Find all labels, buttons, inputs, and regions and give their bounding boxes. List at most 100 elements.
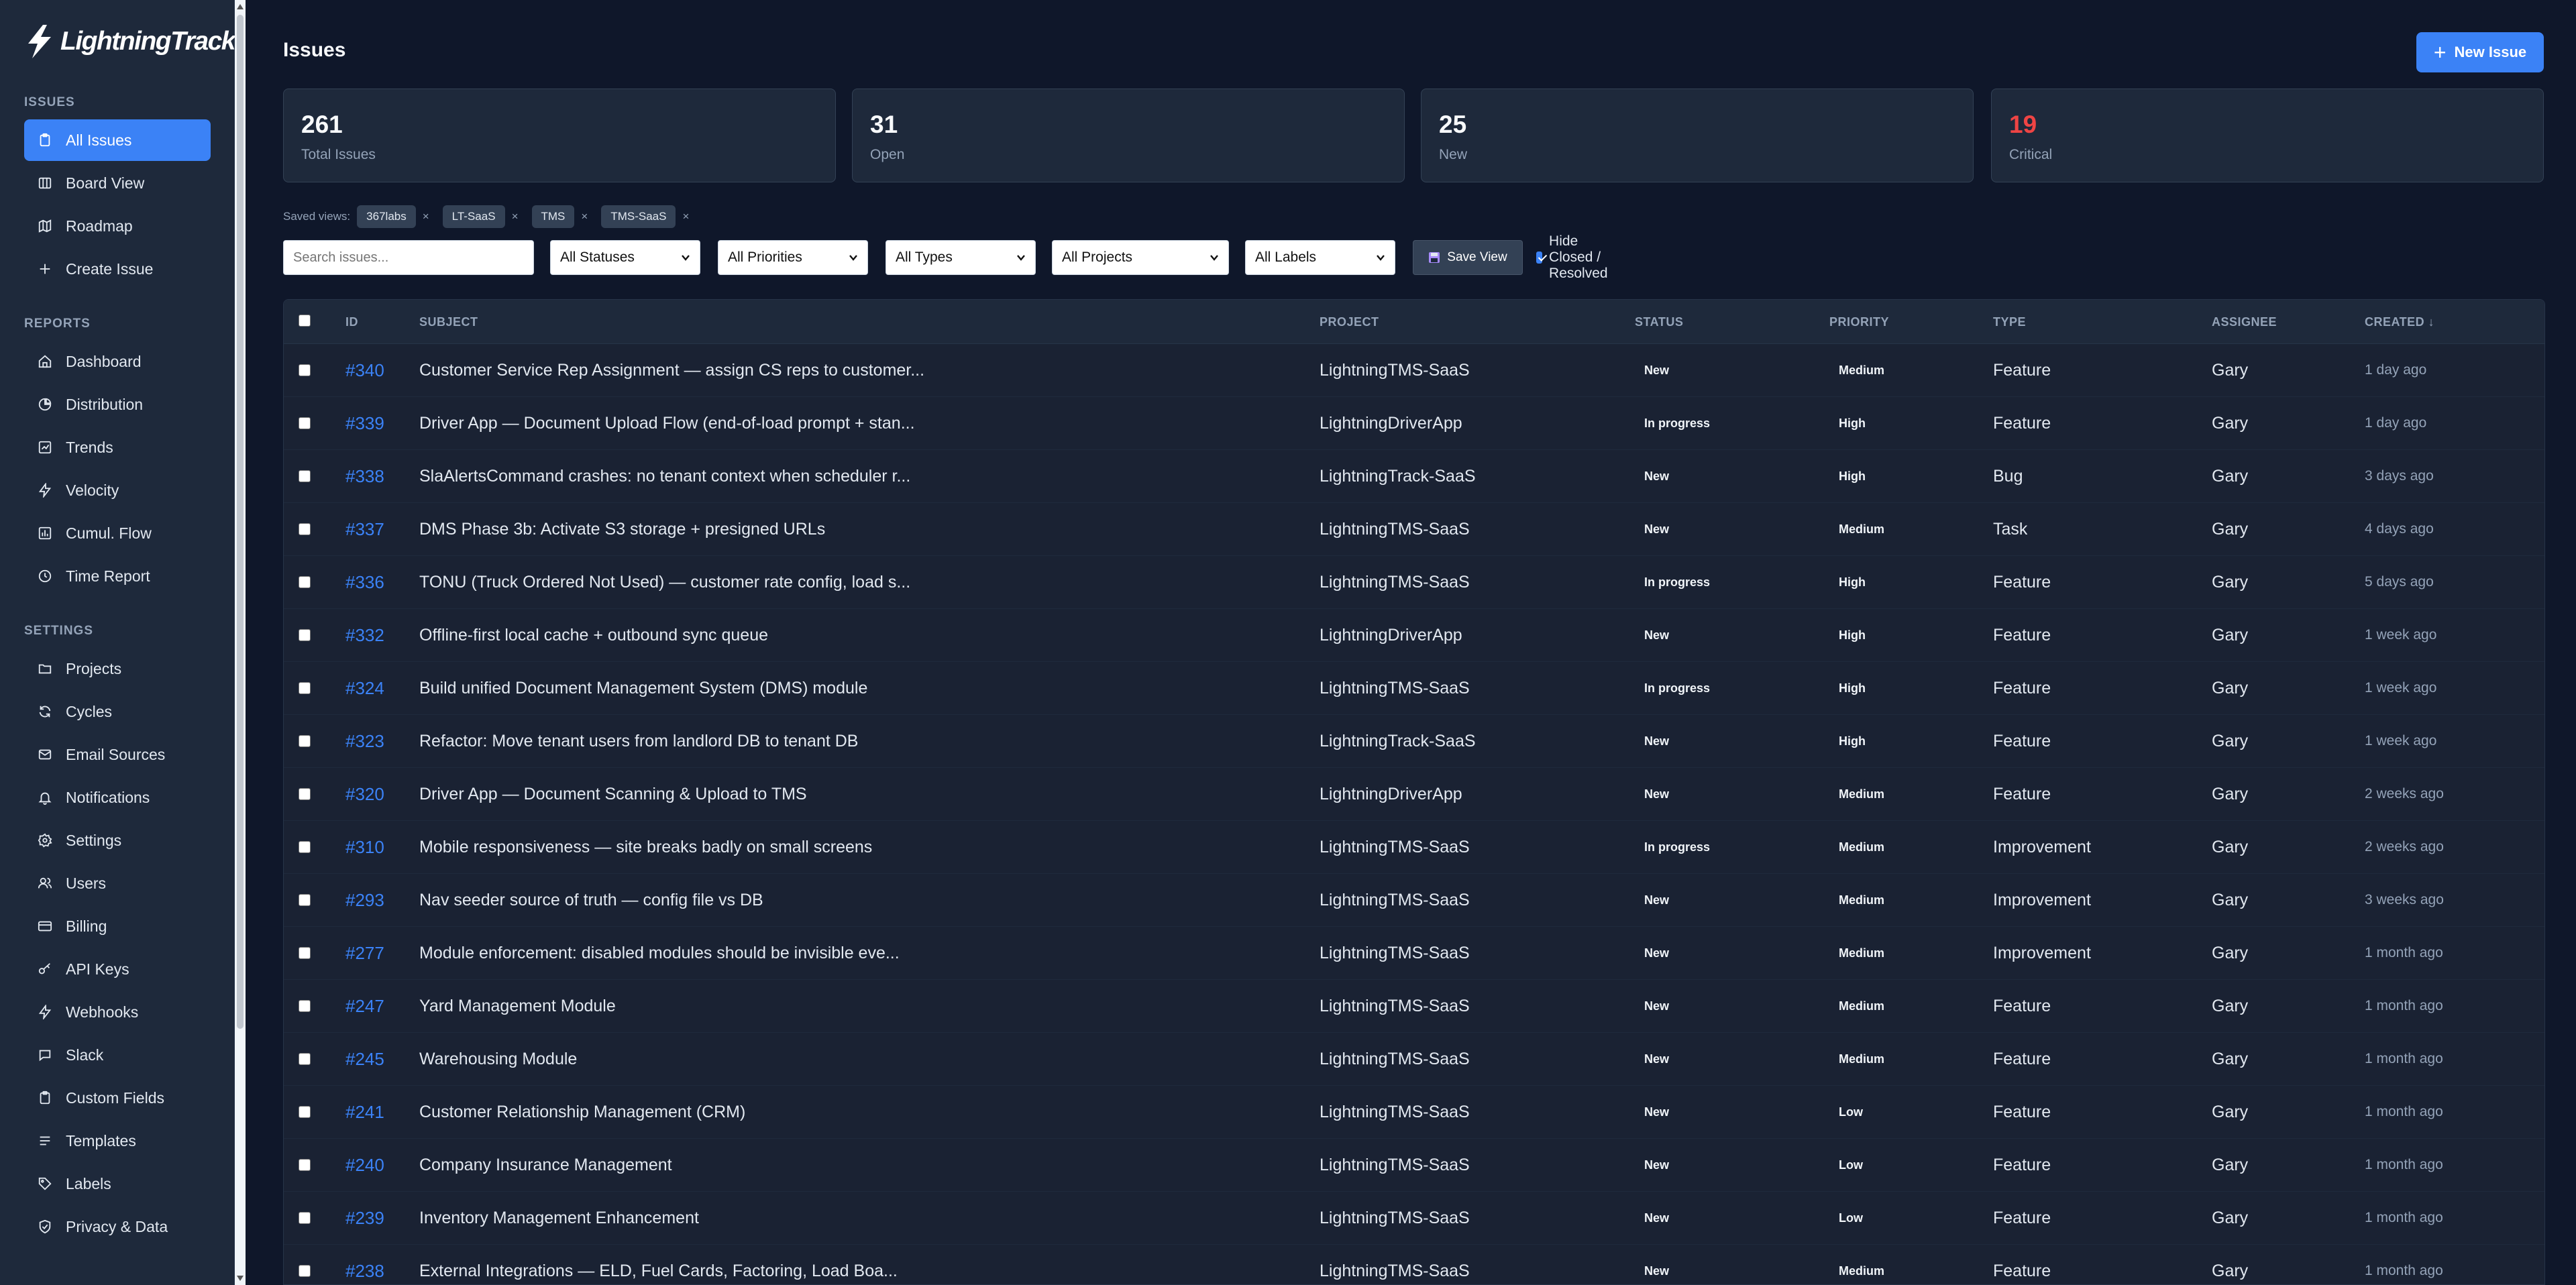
issue-id[interactable]: #336 <box>345 556 384 608</box>
issue-id[interactable]: #277 <box>345 927 384 979</box>
status-filter-select[interactable]: All Statuses <box>550 240 700 275</box>
issue-id[interactable]: #323 <box>345 715 384 767</box>
issue-subject[interactable]: Customer Relationship Management (CRM) <box>419 1086 1291 1138</box>
label-filter-select[interactable]: All Labels <box>1245 240 1395 275</box>
saved-view-chip[interactable]: 367labs <box>357 205 416 228</box>
column-header-status[interactable]: STATUS <box>1635 300 1683 344</box>
scroll-down-arrow[interactable] <box>237 1276 244 1281</box>
issue-subject[interactable]: Offline-first local cache + outbound syn… <box>419 609 1291 661</box>
save-view-button[interactable]: Save View <box>1413 240 1523 275</box>
issue-subject[interactable]: External Integrations — ELD, Fuel Cards,… <box>419 1245 1291 1284</box>
table-row[interactable]: #336 TONU (Truck Ordered Not Used) — cust… <box>284 556 2544 609</box>
table-row[interactable]: #293 Nav seeder source of truth — config … <box>284 874 2544 927</box>
sidebar-item-cumul-flow[interactable]: Cumul. Flow <box>24 512 211 554</box>
table-row[interactable]: #247 Yard Management Module LightningTMS-S… <box>284 980 2544 1033</box>
hide-closed-checkbox[interactable] <box>1536 252 1543 264</box>
project-filter-select[interactable]: All Projects <box>1052 240 1229 275</box>
table-row[interactable]: #320 Driver App — Document Scanning & Upl… <box>284 768 2544 821</box>
new-issue-button[interactable]: + New Issue <box>2416 32 2544 72</box>
sidebar-item-cycles[interactable]: Cycles <box>24 691 211 732</box>
issue-subject[interactable]: Refactor: Move tenant users from landlor… <box>419 715 1291 767</box>
saved-view-chip[interactable]: TMS <box>531 205 575 228</box>
sidebar-item-email-sources[interactable]: Email Sources <box>24 734 211 775</box>
hide-closed-toggle[interactable]: Hide Closed / Resolved <box>1536 233 1614 281</box>
issue-id[interactable]: #247 <box>345 980 384 1032</box>
sidebar-item-all-issues[interactable]: All Issues <box>24 119 211 161</box>
issue-id[interactable]: #340 <box>345 344 384 396</box>
column-header-assignee[interactable]: ASSIGNEE <box>2212 300 2277 344</box>
row-checkbox[interactable] <box>299 1106 311 1118</box>
row-checkbox[interactable] <box>299 1212 311 1224</box>
row-checkbox[interactable] <box>299 576 311 588</box>
issue-subject[interactable]: Driver App — Document Upload Flow (end-o… <box>419 397 1291 449</box>
sidebar-item-projects[interactable]: Projects <box>24 648 211 689</box>
issue-subject[interactable]: Company Insurance Management <box>419 1139 1291 1191</box>
type-filter-select[interactable]: All Types <box>885 240 1036 275</box>
sidebar-item-users[interactable]: Users <box>24 862 211 904</box>
remove-view-icon[interactable]: × <box>423 210 429 223</box>
sidebar-item-time-report[interactable]: Time Report <box>24 555 211 597</box>
sidebar-item-roadmap[interactable]: Roadmap <box>24 205 211 247</box>
sidebar-item-custom-fields[interactable]: Custom Fields <box>24 1077 211 1119</box>
issue-subject[interactable]: Warehousing Module <box>419 1033 1291 1085</box>
row-checkbox[interactable] <box>299 523 311 535</box>
issue-subject[interactable]: TONU (Truck Ordered Not Used) — customer… <box>419 556 1291 608</box>
table-row[interactable]: #239 Inventory Management Enhancement Ligh… <box>284 1192 2544 1245</box>
column-header-priority[interactable]: PRIORITY <box>1829 300 1889 344</box>
row-checkbox[interactable] <box>299 735 311 747</box>
row-checkbox[interactable] <box>299 788 311 800</box>
saved-view-chip[interactable]: TMS-SaaS <box>601 205 676 228</box>
issue-id[interactable]: #238 <box>345 1245 384 1284</box>
saved-view-chip[interactable]: LT-SaaS <box>442 205 505 228</box>
issue-id[interactable]: #332 <box>345 609 384 661</box>
scroll-up-arrow[interactable] <box>237 4 244 9</box>
row-checkbox[interactable] <box>299 894 311 906</box>
sidebar-item-create-issue[interactable]: Create Issue <box>24 248 211 290</box>
row-checkbox[interactable] <box>299 470 311 482</box>
sidebar-item-distribution[interactable]: Distribution <box>24 384 211 425</box>
sidebar-item-trends[interactable]: Trends <box>24 427 211 468</box>
sidebar-item-board-view[interactable]: Board View <box>24 162 211 204</box>
row-checkbox[interactable] <box>299 947 311 959</box>
column-header-type[interactable]: TYPE <box>1993 300 2026 344</box>
issue-id[interactable]: #310 <box>345 821 384 873</box>
priority-filter-select[interactable]: All Priorities <box>718 240 868 275</box>
issue-subject[interactable]: Yard Management Module <box>419 980 1291 1032</box>
issue-id[interactable]: #240 <box>345 1139 384 1191</box>
issue-id[interactable]: #245 <box>345 1033 384 1085</box>
table-row[interactable]: #340 Customer Service Rep Assignment — as… <box>284 344 2544 397</box>
table-row[interactable]: #240 Company Insurance Management Lightnin… <box>284 1139 2544 1192</box>
issue-id[interactable]: #239 <box>345 1192 384 1244</box>
sidebar-item-api-keys[interactable]: API Keys <box>24 948 211 990</box>
sidebar-item-slack[interactable]: Slack <box>24 1034 211 1076</box>
remove-view-icon[interactable]: × <box>512 210 519 223</box>
row-checkbox[interactable] <box>299 841 311 853</box>
sidebar-item-dashboard[interactable]: Dashboard <box>24 341 211 382</box>
issue-subject[interactable]: Mobile responsiveness — site breaks badl… <box>419 821 1291 873</box>
sidebar-item-privacy-data[interactable]: Privacy & Data <box>24 1206 211 1247</box>
table-row[interactable]: #324 Build unified Document Management Sy… <box>284 662 2544 715</box>
issue-id[interactable]: #324 <box>345 662 384 714</box>
table-row[interactable]: #339 Driver App — Document Upload Flow (e… <box>284 397 2544 450</box>
row-checkbox[interactable] <box>299 1159 311 1171</box>
row-checkbox[interactable] <box>299 682 311 694</box>
row-checkbox[interactable] <box>299 417 311 429</box>
sidebar-item-billing[interactable]: Billing <box>24 905 211 947</box>
remove-view-icon[interactable]: × <box>682 210 689 223</box>
column-header-project[interactable]: PROJECT <box>1320 300 1379 344</box>
table-row[interactable]: #332 Offline-first local cache + outbound… <box>284 609 2544 662</box>
sidebar-item-notifications[interactable]: Notifications <box>24 777 211 818</box>
issue-subject[interactable]: Inventory Management Enhancement <box>419 1192 1291 1244</box>
table-row[interactable]: #241 Customer Relationship Management (CR… <box>284 1086 2544 1139</box>
row-checkbox[interactable] <box>299 1000 311 1012</box>
sidebar-scrollbar[interactable] <box>235 0 246 1285</box>
table-row[interactable]: #310 Mobile responsiveness — site breaks … <box>284 821 2544 874</box>
row-checkbox[interactable] <box>299 364 311 376</box>
table-row[interactable]: #238 External Integrations — ELD, Fuel Ca… <box>284 1245 2544 1284</box>
row-checkbox[interactable] <box>299 629 311 641</box>
table-row[interactable]: #245 Warehousing Module LightningTMS-SaaS N… <box>284 1033 2544 1086</box>
sidebar-item-labels[interactable]: Labels <box>24 1163 211 1205</box>
sidebar-item-templates[interactable]: Templates <box>24 1120 211 1162</box>
issue-subject[interactable]: Customer Service Rep Assignment — assign… <box>419 344 1291 396</box>
issue-id[interactable]: #320 <box>345 768 384 820</box>
